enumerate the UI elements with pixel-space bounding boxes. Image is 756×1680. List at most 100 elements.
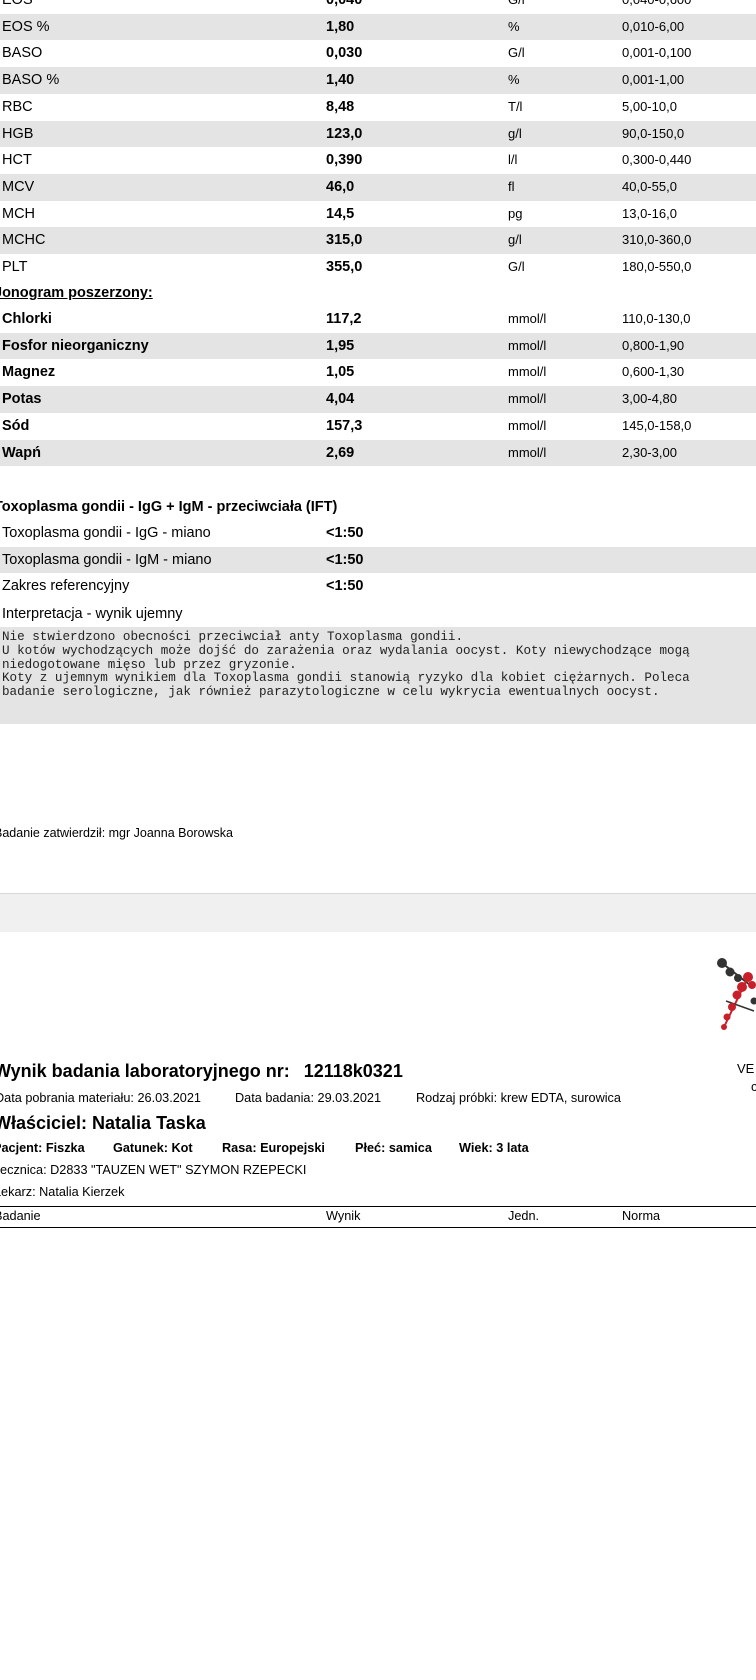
- column-test: Badanie: [0, 1209, 41, 1223]
- test-unit: mmol/l: [508, 311, 547, 326]
- test-value: 8,48: [326, 98, 355, 115]
- table-row: EOS % 1,80% 0,010-6,00: [0, 13, 756, 41]
- test-value: 123,0: [326, 125, 363, 142]
- test-unit: g/l: [508, 232, 522, 248]
- test-name: Zakres referencyjny: [2, 578, 130, 595]
- table-row: PLT 355,0 G/l 180,0-550,0: [0, 254, 756, 281]
- table-row: Fosfor nieorganiczny 1,95 mmol/l 0,800-1,90: [0, 332, 756, 360]
- owner-name: Właściciel: Natalia Taska: [0, 1113, 206, 1133]
- patient-breed: Rasa: Europejski: [222, 1141, 325, 1155]
- table-row: EOS 0,040 G/l 0,040-0,600: [0, 0, 756, 14]
- test-unit: mmol/l: [508, 337, 547, 353]
- test-value: <1:50: [326, 525, 364, 541]
- test-unit: fl: [508, 178, 515, 194]
- approved-by: Badanie zatwierdził: mgr Joanna Borowska: [0, 826, 234, 840]
- test-value: 1,40: [326, 72, 355, 89]
- table-row: BASO 0,030 G/l 0,001-0,100: [0, 40, 756, 67]
- table-row: RBC 8,48 T/l 5,00-10,0: [0, 94, 756, 121]
- test-name: MCV: [2, 178, 35, 195]
- test-unit: g/l: [508, 125, 522, 141]
- test-name: Magnez: [2, 364, 56, 381]
- table-row: MCV 46,0 fl 40,0-55,0: [0, 173, 756, 201]
- clinic-name: Lecznica: D2833 "TAUZEN WET" SZYMON RZEP…: [0, 1163, 307, 1177]
- test-value: 46,0: [326, 178, 355, 195]
- report-title-label: Wynik badania laboratoryjnego nr:: [0, 1061, 290, 1081]
- test-norm: 40,0-55,0: [622, 178, 677, 194]
- test-name: HCT: [2, 152, 32, 169]
- test-value: 2,69: [326, 444, 355, 461]
- table-row: BASO % 1,40% 0,001-1,00: [0, 67, 756, 94]
- table-row: MCHC 315,0 g/l 310,0-360,0: [0, 227, 756, 254]
- test-value: 117,2: [326, 311, 362, 327]
- test-name: BASO %: [2, 72, 60, 89]
- test-norm: 310,0-360,0: [622, 232, 692, 248]
- test-unit: %: [508, 72, 520, 88]
- test-unit: G/l: [508, 0, 525, 14]
- test-value: 0,030: [326, 45, 363, 62]
- test-unit: T/l: [508, 98, 523, 114]
- test-name: Potas: [2, 391, 42, 408]
- test-value: 4,04: [326, 391, 355, 408]
- table-row: Toxoplasma gondii - IgM - miano <1:50: [0, 546, 756, 574]
- table-row: HCT 0,390 l/l 0,300-0,440: [0, 147, 756, 174]
- test-name: EOS %: [2, 18, 50, 35]
- test-name: EOS: [2, 0, 33, 8]
- ionogram-section-title: Jonogram poszerzony:: [0, 280, 756, 307]
- interpretation-line: Nie stwierdzono obecności przeciwciał an…: [2, 630, 464, 644]
- patient-age: Wiek: 3 lata: [459, 1141, 529, 1155]
- test-value: 1,80: [326, 18, 355, 35]
- lab-subtext: c: [751, 1079, 756, 1094]
- table-row: Zakres referencyjny <1:50: [0, 573, 756, 600]
- table-row: Magnez 1,05 mmol/l 0,600-1,30: [0, 359, 756, 386]
- results-column-header: Badanie Wynik Jedn. Norma: [0, 1206, 756, 1228]
- table-row: Potas 4,04 mmol/l 3,00-4,80: [0, 386, 756, 413]
- test-value: 157,3: [326, 417, 363, 434]
- test-name: PLT: [2, 259, 28, 275]
- lab-logo-icon: [717, 958, 756, 1030]
- table-row: Wapń 2,69 mmol/l 2,30-3,00: [0, 439, 756, 467]
- test-date: Data badania: 29.03.2021: [235, 1091, 382, 1105]
- test-name: Sód: [2, 417, 30, 434]
- test-norm: 3,00-4,80: [622, 391, 677, 407]
- test-norm: 0,010-6,00: [622, 18, 685, 34]
- table-row: HGB 123,0 g/l 90,0-150,0: [0, 120, 756, 148]
- patient-sex: Płeć: samica: [355, 1141, 432, 1155]
- test-unit: G/l: [508, 45, 525, 61]
- test-value: <1:50: [326, 578, 364, 595]
- patient-name: Pacjent: Fiszka: [0, 1141, 85, 1155]
- test-value: 0,390: [326, 152, 363, 169]
- test-norm: 145,0-158,0: [622, 417, 692, 433]
- report-number: 12118k0321: [303, 1061, 403, 1081]
- lab-name-text: VE: [737, 1061, 755, 1076]
- test-name: Fosfor nieorganiczny: [2, 337, 149, 354]
- test-name: Wapń: [2, 444, 41, 461]
- interpretation-line: niedogotowane mięso lub przez gryzonie.: [2, 657, 297, 672]
- test-name: Chlorki: [2, 311, 52, 327]
- test-norm: 0,040-0,600: [622, 0, 691, 14]
- interpretation-label: Interpretacja - wynik ujemny: [2, 606, 183, 622]
- ionogram-title-text: Jonogram poszerzony:: [0, 285, 153, 301]
- test-unit: G/l: [508, 259, 525, 274]
- test-norm: 5,00-10,0: [622, 98, 677, 114]
- test-value: <1:50: [326, 551, 364, 568]
- test-norm: 0,800-1,90: [622, 337, 685, 353]
- doctor-name: Lekarz: Natalia Kierzek: [0, 1185, 125, 1199]
- test-value: 14,5: [326, 205, 355, 222]
- toxo-title-text: Toxoplasma gondii - IgG + IgM - przeciwc…: [0, 499, 338, 515]
- test-unit: mmol/l: [508, 444, 547, 460]
- report-title: Wynik badania laboratoryjnego nr: 12118k0…: [0, 1061, 403, 1082]
- test-norm: 0,001-0,100: [622, 45, 692, 61]
- table-row: Chlorki 117,2 mmol/l 110,0-130,0: [0, 306, 756, 333]
- interpretation-row: Interpretacja - wynik ujemny: [0, 601, 756, 628]
- interpretation-line: U kotów wychodzących może dojść do zaraż…: [2, 643, 690, 658]
- test-name: BASO: [2, 45, 43, 62]
- test-unit: pg: [508, 205, 523, 221]
- test-unit: l/l: [508, 152, 518, 168]
- test-norm: 180,0-550,0: [622, 259, 692, 274]
- test-name: MCH: [2, 205, 36, 222]
- test-unit: mmol/l: [508, 391, 547, 407]
- column-result: Wynik: [326, 1209, 361, 1223]
- test-value: 315,0: [326, 232, 363, 249]
- page-separator: [0, 893, 756, 932]
- test-unit: mmol/l: [508, 364, 547, 380]
